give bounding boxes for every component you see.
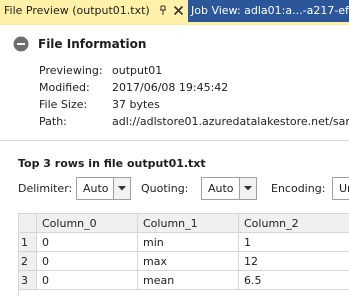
delimiter-dropdown[interactable]: Auto [76,177,131,200]
grid-cell[interactable]: 0 [37,271,138,290]
file-size-value: 37 bytes [112,98,160,111]
pin-icon[interactable] [157,4,169,17]
delimiter-dropdown-button[interactable] [113,178,130,199]
quoting-dropdown[interactable]: Auto [201,177,257,200]
tab-file-preview-label: File Preview (output01.txt) [4,4,150,17]
grid-cell[interactable]: 6.5 [239,271,349,290]
encoding-value: Ur [339,182,349,195]
previewing-label: Previewing: [39,64,103,77]
previewing-value: output01 [112,64,163,77]
path-label: Path: [39,115,67,128]
file-size-label: File Size: [39,98,88,111]
delimiter-label: Delimiter: [18,182,73,195]
row-number[interactable]: 1 [19,233,37,252]
grid-cell[interactable]: 12 [239,252,349,271]
grid-cell[interactable]: max [138,252,239,271]
section-divider [0,140,349,141]
chevron-down-icon [244,186,252,191]
quoting-value: Auto [208,182,234,195]
grid-cell[interactable]: 0 [37,252,138,271]
path-value: adl://adlstore01.azuredatalakestore.net/… [112,115,349,128]
column-header[interactable]: Column_0 [37,214,138,233]
preview-grid: Column_0 Column_1 Column_2 1 0 min 1 2 0… [18,213,349,296]
grid-cell[interactable]: mean [138,271,239,290]
tab-job-view[interactable]: Job View: adla01:a...-a217-ef52 [188,0,349,22]
collapse-section-icon[interactable] [13,36,29,52]
delimiter-value: Auto [83,182,109,195]
grid-cell[interactable]: 1 [239,233,349,252]
row-number[interactable]: 3 [19,271,37,290]
encoding-label: Encoding: [271,182,326,195]
preview-title: Top 3 rows in file output01.txt [18,157,206,170]
column-header[interactable]: Column_1 [138,214,239,233]
close-icon[interactable] [173,5,184,16]
modified-label: Modified: [39,81,90,94]
document-tab-strip: File Preview (output01.txt) Job View: ad… [0,0,349,22]
quoting-dropdown-button[interactable] [239,178,256,199]
encoding-dropdown[interactable]: Ur [332,177,349,200]
tab-accent-bar [0,22,349,25]
grid-cell[interactable]: min [138,233,239,252]
quoting-label: Quoting: [141,182,189,195]
chevron-down-icon [118,186,126,191]
row-number[interactable]: 2 [19,252,37,271]
tab-job-view-label: Job View: adla01:a...-a217-ef52 [191,4,349,17]
tab-file-preview[interactable]: File Preview (output01.txt) [0,0,188,22]
modified-value: 2017/06/08 19:45:42 [112,81,229,94]
column-header[interactable]: Column_2 [239,214,349,233]
file-information-title: File Information [38,37,147,51]
grid-corner [19,214,37,233]
grid-cell[interactable]: 0 [37,233,138,252]
